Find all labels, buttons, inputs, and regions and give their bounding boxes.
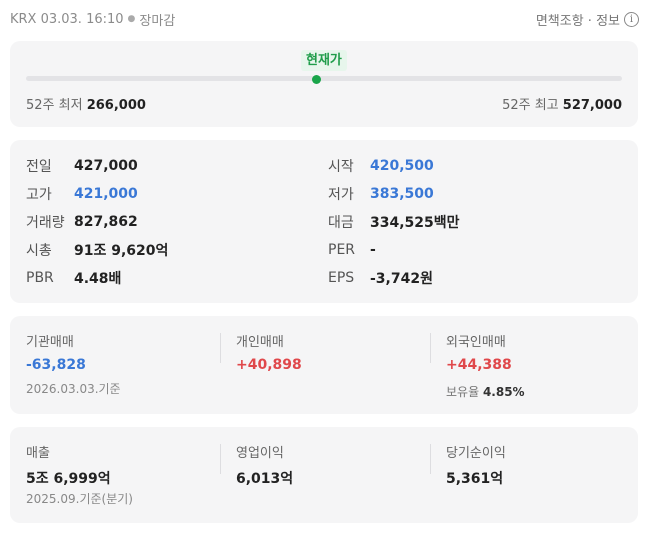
low-row: 저가 383,500 <box>328 184 434 204</box>
net-income-col: 당기순이익 5,361억 <box>446 442 506 488</box>
range-track <box>26 76 622 81</box>
individual-value: +40,898 <box>236 357 302 373</box>
institution-label: 기관매매 <box>26 335 74 350</box>
open-value: 420,500 <box>370 158 434 174</box>
eps-label: EPS <box>328 270 355 286</box>
institution-value: -63,828 <box>26 357 86 373</box>
foreign-holding-value: 4.85% <box>482 385 525 399</box>
market-cap-row: 시총 91조 9,620억 <box>26 240 168 260</box>
institution-col: 기관매매 -63,828 <box>26 331 86 373</box>
op-income-col: 영업이익 6,013억 <box>236 442 293 488</box>
current-price-tag: 현재가 <box>301 50 347 71</box>
week52-low: 52주 최저 266,000 <box>26 94 146 113</box>
net-income-value: 5,361억 <box>446 471 504 487</box>
eps-row: EPS -3,742원 <box>328 268 433 288</box>
amount-row: 대금 334,525백만 <box>328 212 460 232</box>
pbr-label: PBR <box>26 270 54 286</box>
revenue-label: 매출 <box>26 446 50 461</box>
investor-trading-card: 기관매매 -63,828 개인매매 +40,898 외국인매매 +44,388 … <box>10 316 638 414</box>
market-status-text: 장마감 <box>139 13 176 29</box>
prev-close-label: 전일 <box>26 159 52 175</box>
high-row: 고가 421,000 <box>26 184 138 204</box>
separator-dot-icon: ● <box>127 14 136 24</box>
open-label: 시작 <box>328 159 354 175</box>
low-label: 저가 <box>328 187 354 203</box>
amount-value: 334,525백만 <box>370 215 460 231</box>
low-value: 383,500 <box>370 186 434 202</box>
pbr-row: PBR 4.48배 <box>26 268 121 288</box>
op-income-label: 영업이익 <box>236 446 284 461</box>
pbr-value: 4.48배 <box>74 271 122 287</box>
revenue-value: 5조 6,999억 <box>26 471 111 487</box>
high-label: 고가 <box>26 187 52 203</box>
info-icon: i <box>624 11 639 27</box>
individual-col: 개인매매 +40,898 <box>236 331 302 373</box>
investor-date: 2026.03.03.기준 <box>26 382 121 396</box>
prev-close-value: 427,000 <box>74 158 138 174</box>
foreign-col: 외국인매매 +44,388 보유율 4.85% <box>446 331 525 400</box>
market-cap-value: 91조 9,620억 <box>74 243 169 259</box>
high-value: 421,000 <box>74 186 138 202</box>
prev-close-row: 전일 427,000 <box>26 156 138 176</box>
quote-card: 전일 427,000 시작 420,500 고가 421,000 저가 383,… <box>10 140 638 303</box>
foreign-holding-label: 보유율 <box>446 385 480 399</box>
market-status: KRX 03.03. 16:10 ● 장마감 <box>10 10 175 29</box>
divider <box>430 444 431 474</box>
financials-card: 매출 5조 6,999억 영업이익 6,013억 당기순이익 5,361억 20… <box>10 427 638 523</box>
volume-label: 거래량 <box>26 215 65 231</box>
divider <box>220 333 221 363</box>
volume-value: 827,862 <box>74 214 138 230</box>
disclaimer-link[interactable]: 면책조항 · 정보 i <box>536 10 639 29</box>
foreign-holding: 보유율 4.85% <box>446 383 525 400</box>
disclaimer-text: 면책조항 · 정보 <box>535 13 620 29</box>
market-time: KRX 03.03. 16:10 <box>10 11 124 27</box>
week52-low-value: 266,000 <box>86 98 146 113</box>
week52-low-label: 52주 최저 <box>26 98 83 113</box>
range-52week-card: 현재가 52주 최저 266,000 52주 최고 527,000 <box>10 41 638 127</box>
week52-high-label: 52주 최고 <box>502 98 559 113</box>
individual-label: 개인매매 <box>236 335 284 350</box>
market-cap-label: 시총 <box>26 243 52 259</box>
financials-date: 2025.09.기준(분기) <box>26 492 133 506</box>
foreign-label: 외국인매매 <box>446 335 506 350</box>
foreign-value: +44,388 <box>446 357 512 373</box>
eps-value: -3,742원 <box>370 271 433 287</box>
per-row: PER - <box>328 240 376 260</box>
top-bar: KRX 03.03. 16:10 ● 장마감 면책조항 · 정보 i <box>10 9 639 29</box>
volume-row: 거래량 827,862 <box>26 212 138 232</box>
week52-high-value: 527,000 <box>562 98 622 113</box>
current-price-marker <box>312 75 321 84</box>
amount-label: 대금 <box>328 215 354 231</box>
week52-high: 52주 최고 527,000 <box>502 94 622 113</box>
divider <box>220 444 221 474</box>
divider <box>430 333 431 363</box>
per-value: - <box>370 242 376 258</box>
op-income-value: 6,013억 <box>236 471 294 487</box>
open-row: 시작 420,500 <box>328 156 434 176</box>
revenue-col: 매출 5조 6,999억 <box>26 442 111 488</box>
per-label: PER <box>328 242 356 258</box>
net-income-label: 당기순이익 <box>446 446 506 461</box>
